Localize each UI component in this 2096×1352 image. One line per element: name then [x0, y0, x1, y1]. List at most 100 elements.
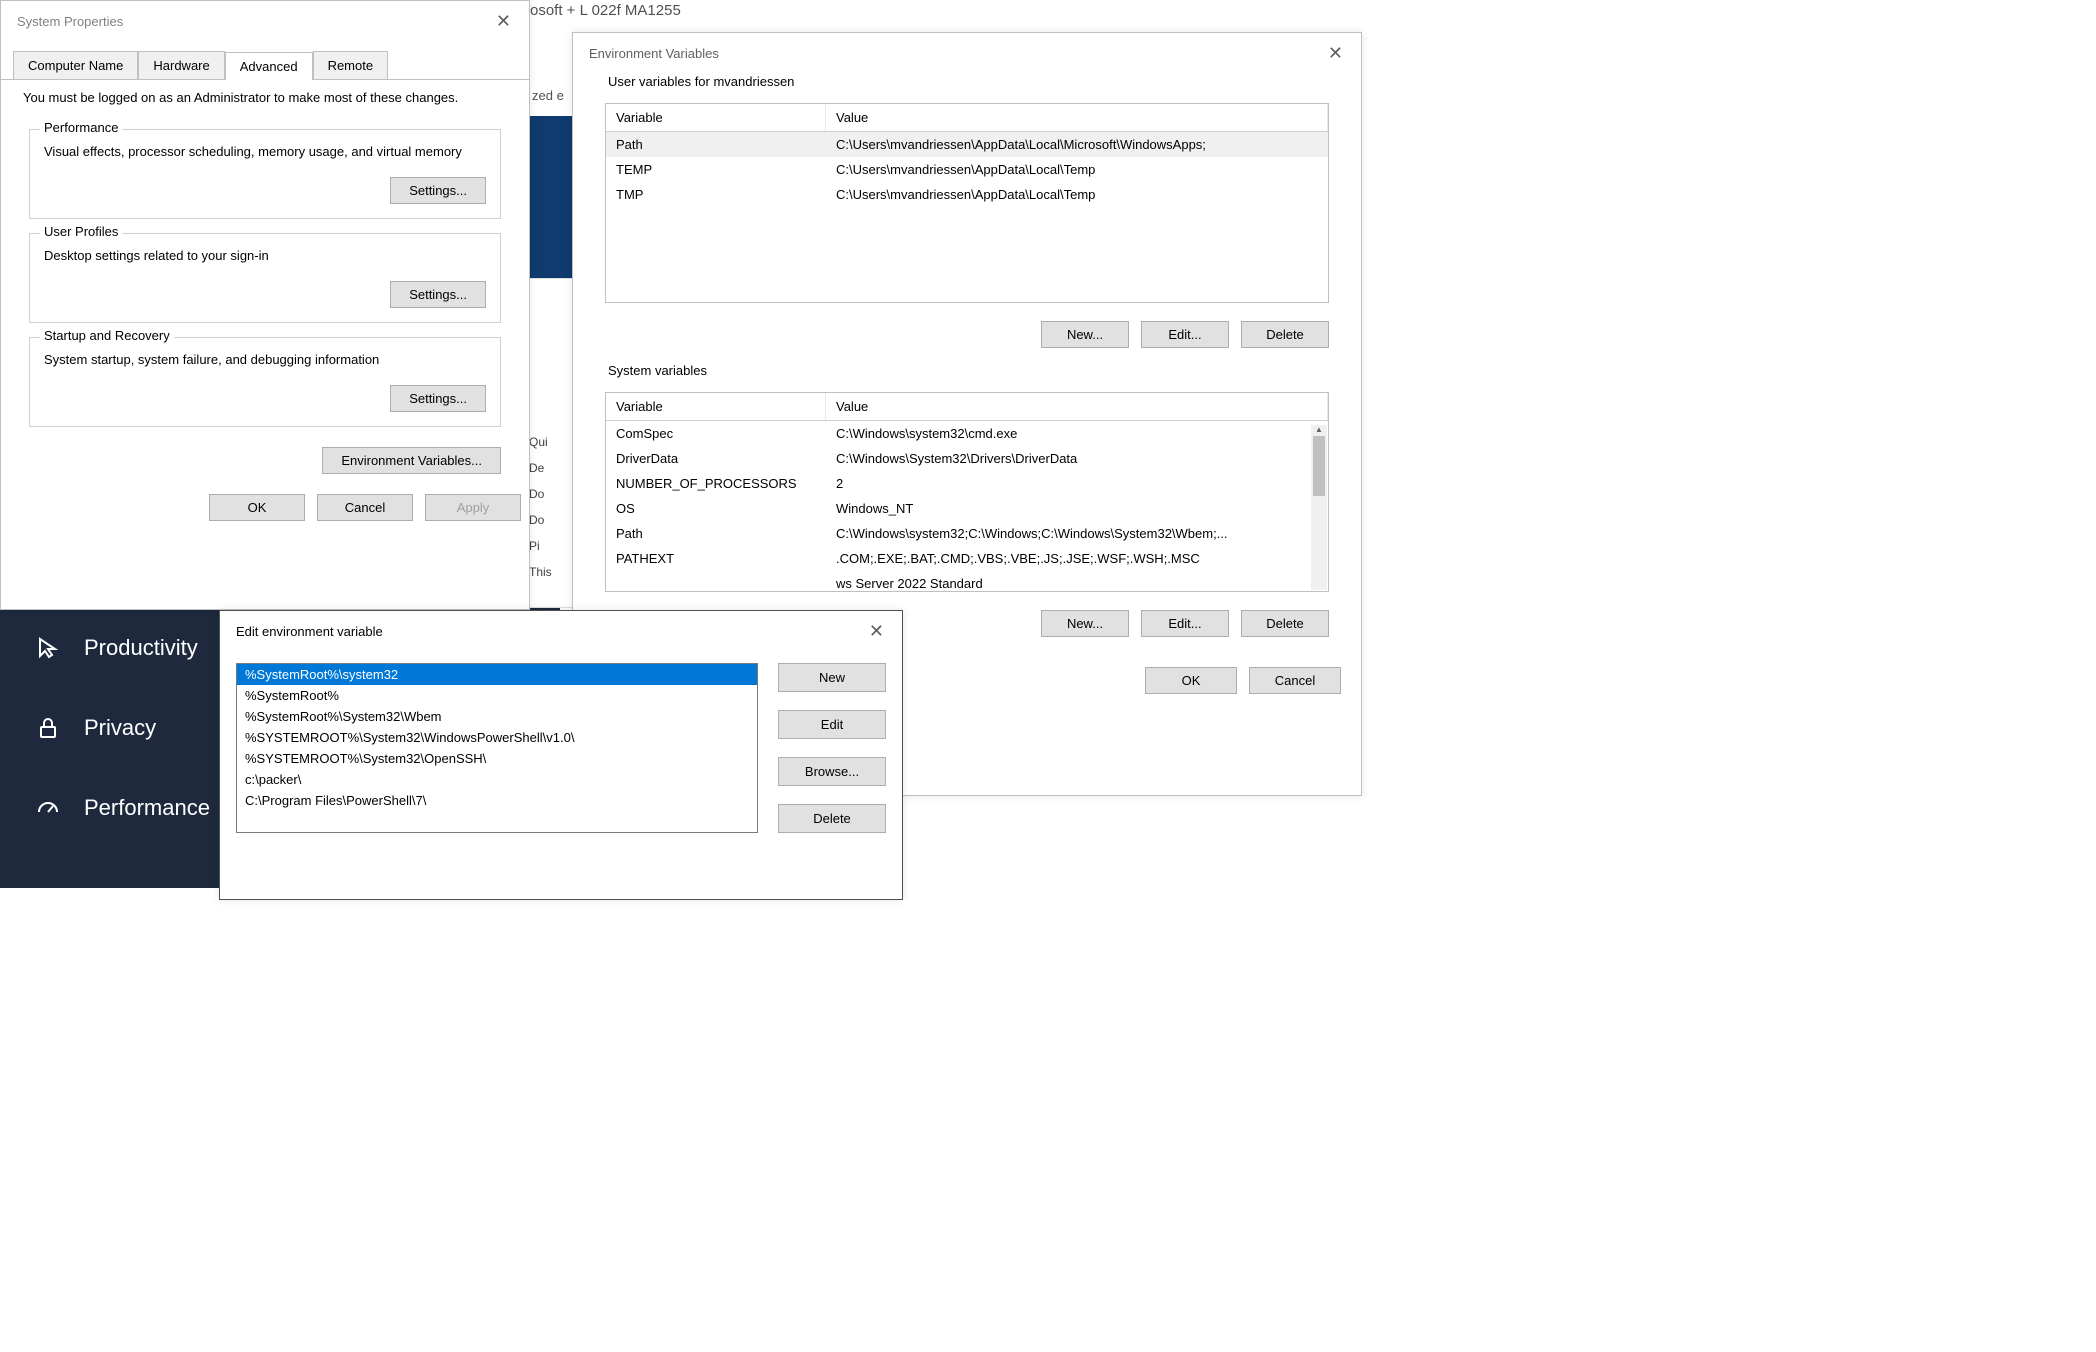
- desc: Desktop settings related to your sign-in: [44, 248, 486, 263]
- scroll-up-icon[interactable]: ▲: [1311, 425, 1327, 434]
- sidebar-label: Productivity: [84, 635, 198, 661]
- user-delete-button[interactable]: Delete: [1241, 321, 1329, 348]
- cell-variable: OS: [606, 498, 826, 519]
- list-item[interactable]: %SystemRoot%\System32\Wbem: [237, 706, 757, 727]
- edit-button[interactable]: Edit: [778, 710, 886, 739]
- admin-note: You must be logged on as an Administrato…: [1, 80, 529, 115]
- close-icon[interactable]: ✕: [1322, 43, 1349, 64]
- user-new-button[interactable]: New...: [1041, 321, 1129, 348]
- legend: Startup and Recovery: [40, 328, 174, 343]
- titlebar[interactable]: Environment Variables ✕: [573, 33, 1361, 73]
- tab-hardware[interactable]: Hardware: [138, 51, 224, 79]
- desc: System startup, system failure, and debu…: [44, 352, 486, 367]
- table-row[interactable]: NUMBER_OF_PROCESSORS2: [606, 471, 1328, 496]
- sidebar-label: Privacy: [84, 715, 156, 741]
- cursor-icon: [34, 634, 62, 662]
- cancel-button[interactable]: Cancel: [317, 494, 413, 521]
- group-startup-recovery: Startup and Recovery System startup, sys…: [29, 337, 501, 427]
- window-title: Environment Variables: [589, 46, 719, 61]
- th-variable[interactable]: Variable: [606, 104, 826, 131]
- new-button[interactable]: New: [778, 663, 886, 692]
- tab-remote[interactable]: Remote: [313, 51, 389, 79]
- cell-variable: TMP: [606, 184, 826, 205]
- cell-value: C:\Users\mvandriessen\AppData\Local\Micr…: [826, 134, 1328, 155]
- tab-advanced[interactable]: Advanced: [225, 52, 313, 80]
- list-item[interactable]: %SystemRoot%: [237, 685, 757, 706]
- cell-value: C:\Users\mvandriessen\AppData\Local\Temp: [826, 184, 1328, 205]
- cell-value: C:\Windows\System32\Drivers\DriverData: [826, 448, 1328, 469]
- close-icon[interactable]: ✕: [490, 11, 517, 32]
- group-performance: Performance Visual effects, processor sc…: [29, 129, 501, 219]
- bg-text: osoft + L 022f MA1255: [530, 2, 681, 19]
- list-item[interactable]: %SYSTEMROOT%\System32\OpenSSH\: [237, 748, 757, 769]
- system-edit-button[interactable]: Edit...: [1141, 610, 1229, 637]
- environment-variables-button[interactable]: Environment Variables...: [322, 447, 501, 474]
- system-properties-window: System Properties ✕ Computer Name Hardwa…: [0, 0, 530, 610]
- th-value[interactable]: Value: [826, 393, 1328, 420]
- performance-settings-button[interactable]: Settings...: [390, 177, 486, 204]
- cell-value: .COM;.EXE;.BAT;.CMD;.VBS;.VBE;.JS;.JSE;.…: [826, 548, 1328, 569]
- user-edit-button[interactable]: Edit...: [1141, 321, 1229, 348]
- scroll-thumb[interactable]: [1313, 436, 1325, 496]
- cell-variable: TEMP: [606, 159, 826, 180]
- table-row[interactable]: PathC:\Users\mvandriessen\AppData\Local\…: [606, 132, 1328, 157]
- system-new-button[interactable]: New...: [1041, 610, 1129, 637]
- close-icon[interactable]: ✕: [863, 621, 890, 642]
- arrow-icon: →: [536, 366, 554, 387]
- table-row[interactable]: ComSpecC:\Windows\system32\cmd.exe: [606, 421, 1328, 446]
- list-item[interactable]: C:\Program Files\PowerShell\7\: [237, 790, 757, 811]
- tab-computer-name[interactable]: Computer Name: [13, 51, 138, 79]
- cell-value: Windows_NT: [826, 498, 1328, 519]
- sidebar-label: Performance: [84, 795, 210, 821]
- gauge-icon: [34, 794, 62, 822]
- desc: Visual effects, processor scheduling, me…: [44, 144, 486, 159]
- section-legend: User variables for mvandriessen: [603, 74, 799, 89]
- list-item[interactable]: %SystemRoot%\system32: [237, 664, 757, 685]
- cell-variable: DriverData: [606, 448, 826, 469]
- list-item[interactable]: %SYSTEMROOT%\System32\WindowsPowerShell\…: [237, 727, 757, 748]
- cell-value: C:\Windows\system32\cmd.exe: [826, 423, 1328, 444]
- table-row[interactable]: PATHEXT.COM;.EXE;.BAT;.CMD;.VBS;.VBE;.JS…: [606, 546, 1328, 571]
- th-value[interactable]: Value: [826, 104, 1328, 131]
- edit-environment-variable-window: Edit environment variable ✕ %SystemRoot%…: [219, 610, 903, 900]
- cell-variable: Path: [606, 523, 826, 544]
- table-header: Variable Value: [606, 393, 1328, 421]
- cell-variable: PATHEXT: [606, 548, 826, 569]
- startup-settings-button[interactable]: Settings...: [390, 385, 486, 412]
- group-user-profiles: User Profiles Desktop settings related t…: [29, 233, 501, 323]
- ok-button[interactable]: OK: [209, 494, 305, 521]
- cell-value: C:\Windows\system32;C:\Windows;C:\Window…: [826, 523, 1328, 544]
- legend: Performance: [40, 120, 122, 135]
- legend: User Profiles: [40, 224, 122, 239]
- ok-button[interactable]: OK: [1145, 667, 1237, 694]
- window-title: System Properties: [17, 14, 123, 29]
- cell-variable: [606, 573, 826, 592]
- user-vars-table[interactable]: Variable Value PathC:\Users\mvandriessen…: [605, 103, 1329, 303]
- bg-text: zed e: [528, 86, 568, 105]
- delete-button[interactable]: Delete: [778, 804, 886, 833]
- table-row[interactable]: ws Server 2022 Standard: [606, 571, 1328, 592]
- table-row[interactable]: TEMPC:\Users\mvandriessen\AppData\Local\…: [606, 157, 1328, 182]
- user-vars-section: User variables for mvandriessen Variable…: [593, 85, 1341, 362]
- titlebar[interactable]: Edit environment variable ✕: [220, 611, 902, 651]
- list-item[interactable]: c:\packer\: [237, 769, 757, 790]
- cancel-button[interactable]: Cancel: [1249, 667, 1341, 694]
- table-row[interactable]: DriverDataC:\Windows\System32\Drivers\Dr…: [606, 446, 1328, 471]
- bg-blue-strip: [528, 116, 573, 606]
- system-vars-table[interactable]: Variable Value ComSpecC:\Windows\system3…: [605, 392, 1329, 592]
- browse-button[interactable]: Browse...: [778, 757, 886, 786]
- cell-value: C:\Users\mvandriessen\AppData\Local\Temp: [826, 159, 1328, 180]
- user-profiles-settings-button[interactable]: Settings...: [390, 281, 486, 308]
- table-row[interactable]: OSWindows_NT: [606, 496, 1328, 521]
- path-listbox[interactable]: %SystemRoot%\system32%SystemRoot%%System…: [236, 663, 758, 833]
- th-variable[interactable]: Variable: [606, 393, 826, 420]
- table-row[interactable]: PathC:\Windows\system32;C:\Windows;C:\Wi…: [606, 521, 1328, 546]
- scrollbar[interactable]: ▲: [1311, 425, 1327, 590]
- apply-button[interactable]: Apply: [425, 494, 521, 521]
- titlebar[interactable]: System Properties ✕: [1, 1, 529, 41]
- cell-value: ws Server 2022 Standard: [826, 573, 1328, 592]
- cell-variable: NUMBER_OF_PROCESSORS: [606, 473, 826, 494]
- system-delete-button[interactable]: Delete: [1241, 610, 1329, 637]
- bg-quick-panel: Qui De Do Do Pi This: [524, 278, 576, 608]
- table-row[interactable]: TMPC:\Users\mvandriessen\AppData\Local\T…: [606, 182, 1328, 207]
